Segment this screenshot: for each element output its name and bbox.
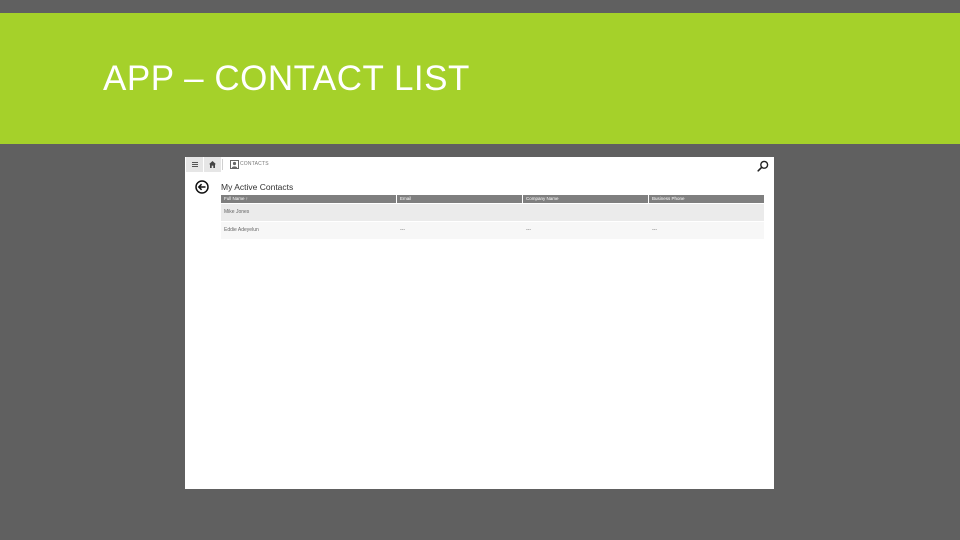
cell-email <box>397 204 522 221</box>
cell-company-name <box>523 204 648 221</box>
column-header-email[interactable]: Email <box>397 195 522 203</box>
contacts-grid: Full Name ↑ Email Company Name Business … <box>221 195 764 239</box>
entity-label[interactable]: CONTACTS <box>240 161 269 168</box>
column-header-full-name[interactable]: Full Name ↑ <box>221 195 396 203</box>
cell-full-name[interactable]: Eddie Adeyelun <box>221 222 396 239</box>
cell-business-phone <box>649 204 764 221</box>
grid-header: Full Name ↑ Email Company Name Business … <box>221 195 764 203</box>
home-button[interactable] <box>204 157 221 172</box>
cell-email: --- <box>400 227 405 233</box>
table-row[interactable]: Mike Jones <box>221 204 764 221</box>
cell-business-phone: --- <box>652 227 657 233</box>
back-arrow-icon[interactable] <box>195 180 209 194</box>
view-title: My Active Contacts <box>221 182 294 192</box>
menu-button[interactable] <box>186 157 203 172</box>
cell-company-name: --- <box>526 227 531 233</box>
column-header-business-phone[interactable]: Business Phone <box>649 195 764 203</box>
cell-full-name[interactable]: Mike Jones <box>221 204 396 221</box>
column-header-company-name[interactable]: Company Name <box>523 195 648 203</box>
topbar-separator <box>222 159 223 170</box>
table-row[interactable]: Eddie Adeyelun --- --- --- <box>221 222 764 239</box>
search-icon[interactable] <box>757 160 769 172</box>
home-icon <box>209 161 216 168</box>
slide-title: APP – CONTACT LIST <box>103 59 470 98</box>
app-window: CONTACTS My Active Contacts Full Name ↑ … <box>185 157 774 489</box>
contacts-icon <box>230 160 239 169</box>
app-topbar: CONTACTS <box>185 157 774 172</box>
hamburger-icon <box>191 162 198 167</box>
